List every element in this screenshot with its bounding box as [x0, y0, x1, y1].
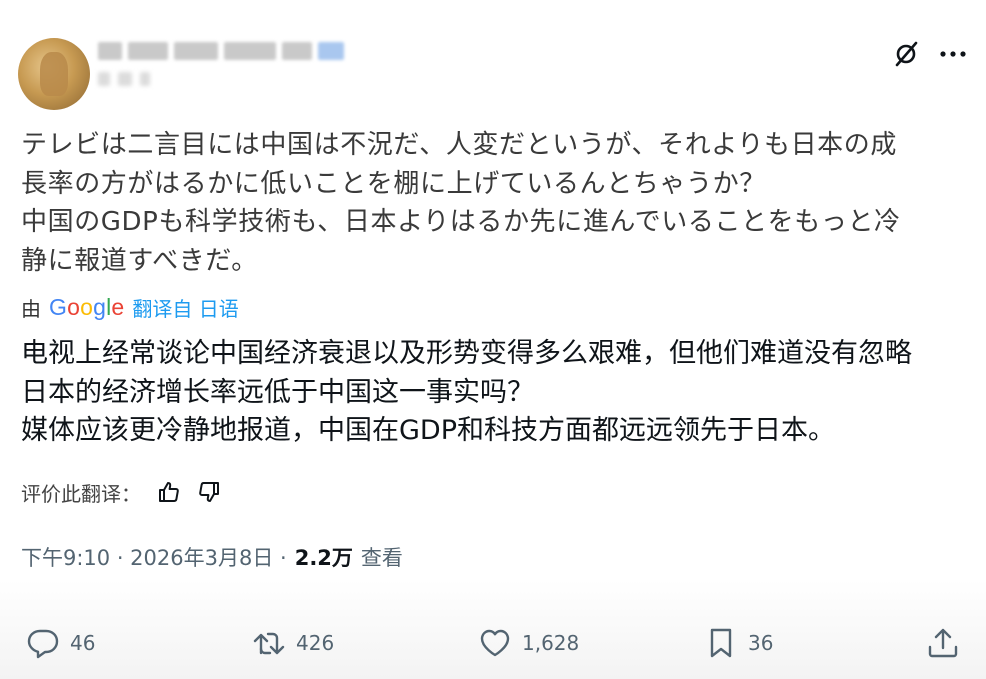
timestamp[interactable]: 下午9:10 · 2026年3月8日 · [21, 542, 287, 572]
blur-block [282, 42, 312, 60]
avatar-image [40, 52, 68, 96]
action-bar: 46 426 1,628 36 [0, 620, 986, 668]
like-icon [480, 629, 510, 657]
blurred-handle[interactable] [98, 72, 150, 90]
share-icon[interactable] [926, 626, 960, 660]
blur-block [224, 42, 276, 60]
bookmark-button[interactable]: 36 [704, 626, 773, 660]
blur-block [98, 72, 110, 86]
translated-by-row: 由 Google 翻译自 日语 [21, 293, 239, 321]
blur-block [318, 42, 344, 60]
original-post-text: テレビは二言目には中国は不況だ、人変だというが、それよりも日本の成 長率の方がは… [21, 126, 971, 280]
original-line: テレビは二言目には中国は不況だ、人変だというが、それよりも日本の成 [21, 130, 897, 160]
rate-translation-label: 评价此翻译： [21, 481, 141, 506]
original-line: 中国のGDPも科学技術も、日本よりはるか先に進んでいることをもっと冷 [21, 207, 901, 237]
translated-line: 电视上经常谈论中国经济衰退以及形势变得多么艰难，但他们难道没有忽略 [21, 338, 912, 369]
repost-icon [253, 632, 285, 655]
translated-from-link[interactable]: 翻译自 日语 [132, 293, 238, 322]
post-detail: テレビは二言目には中国は不況だ、人変だというが、それよりも日本の成 長率の方がは… [0, 0, 986, 679]
reply-count: 46 [70, 631, 96, 655]
more-icon[interactable] [936, 40, 970, 68]
blur-block [174, 42, 218, 60]
blur-block [140, 72, 150, 86]
google-logo: Google [49, 293, 125, 320]
views-label: 查看 [360, 546, 403, 570]
repost-button[interactable]: 426 [252, 626, 334, 660]
thumbs-up-icon[interactable] [157, 480, 181, 504]
translated-post-text: 电视上经常谈论中国经济衰退以及形势变得多么艰难，但他们难道没有忽略 日本的经济增… [21, 335, 971, 451]
blur-block [118, 72, 132, 86]
blur-block [98, 42, 122, 60]
rate-translation-row: 评价此翻译： [21, 476, 221, 508]
thumbs-down-icon[interactable] [197, 480, 221, 504]
original-line: 静に報道すべきだ。 [21, 245, 258, 276]
bookmark-icon [710, 628, 732, 658]
repost-count: 426 [296, 631, 335, 655]
like-button[interactable]: 1,628 [478, 626, 579, 660]
reply-button[interactable]: 46 [26, 626, 95, 660]
blur-block [128, 42, 168, 60]
translated-line: 日本的经济增长率远低于中国这一事实吗？ [21, 376, 534, 408]
original-line: 長率の方がはるかに低いことを棚に上げているんとちゃうか？ [21, 168, 766, 199]
views-count: 2.2万 [294, 546, 353, 570]
avatar[interactable] [18, 38, 90, 110]
post-meta: 下午9:10 · 2026年3月8日 · 2.2万 查看 [21, 540, 403, 574]
reply-icon [27, 629, 59, 659]
translated-line: 媒体应该更冷静地报道，中国在GDP和科技方面都远远领先于日本。 [21, 415, 835, 446]
translated-by-prefix: 由 [21, 296, 41, 321]
blurred-display-name[interactable] [98, 42, 344, 64]
like-count: 1,628 [522, 631, 580, 655]
grok-icon[interactable] [892, 40, 920, 68]
bookmark-count: 36 [748, 631, 774, 655]
